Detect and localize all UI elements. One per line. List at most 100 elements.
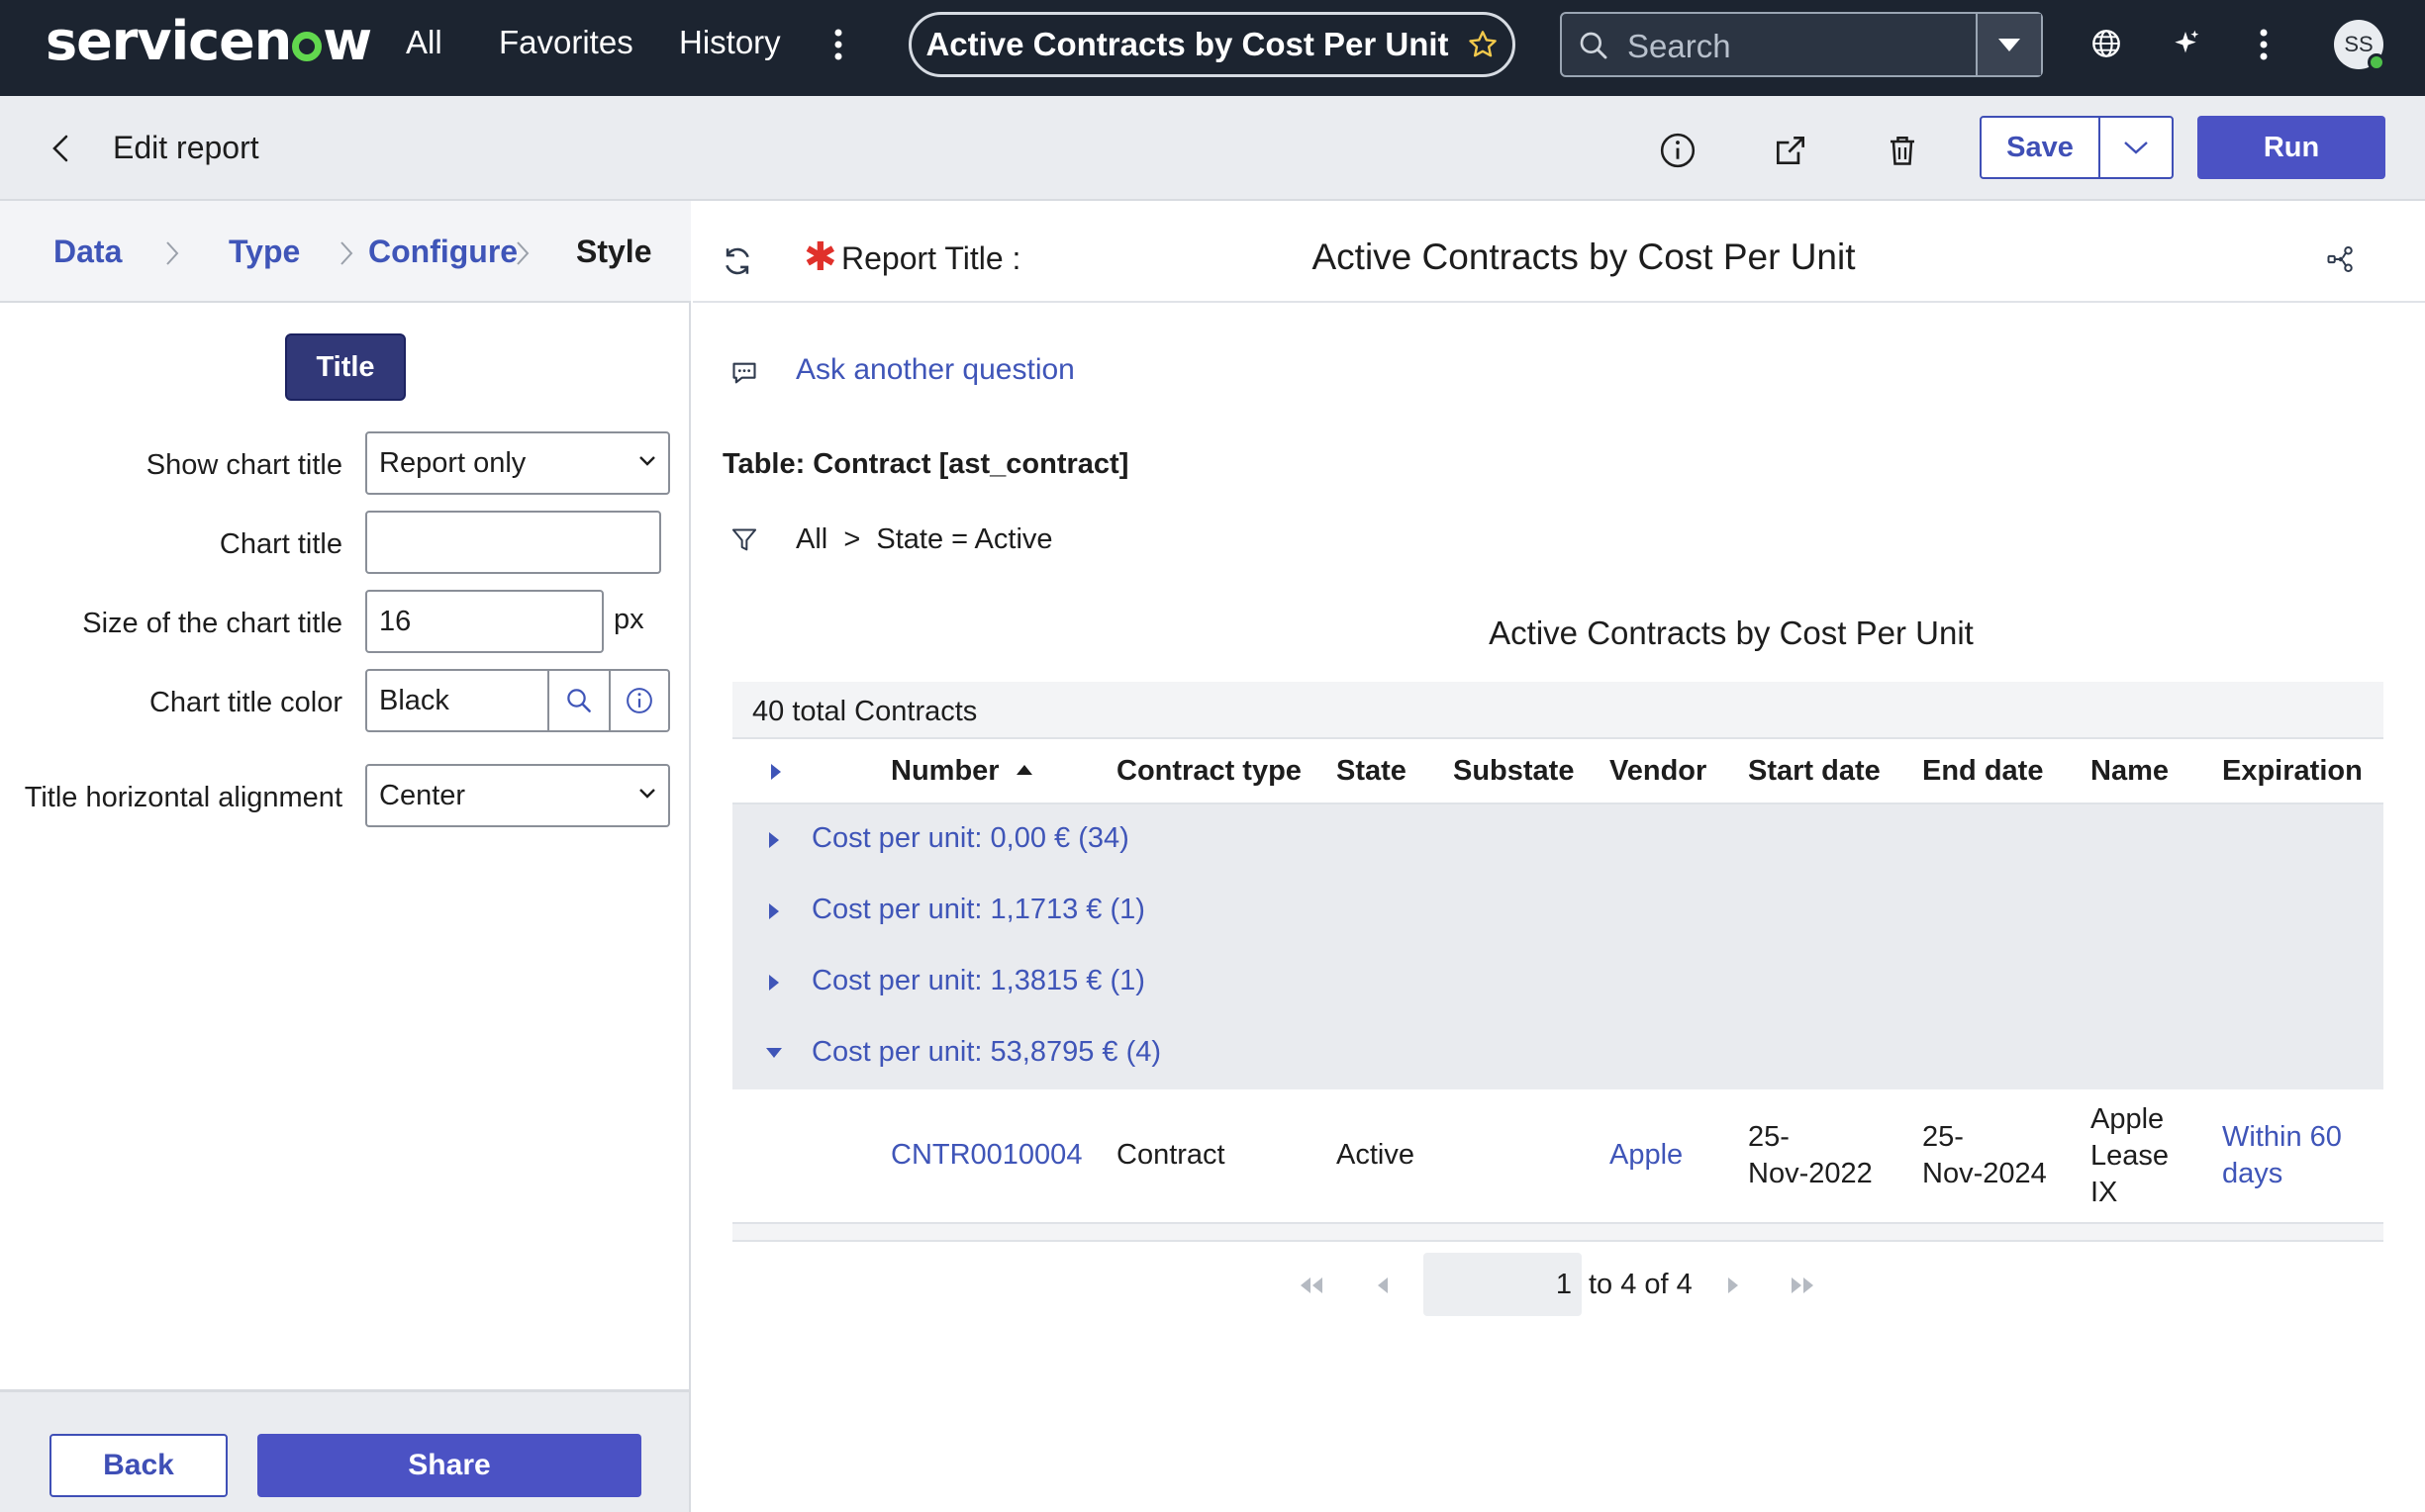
start-date-line: Nov-2022 bbox=[1748, 1158, 1873, 1189]
more-menu-icon[interactable] bbox=[833, 28, 843, 61]
logo-text-end: w bbox=[323, 10, 372, 72]
group-row[interactable]: Cost per unit: 1,1713 € (1) bbox=[732, 876, 2383, 947]
share-button[interactable]: Share bbox=[257, 1434, 641, 1497]
filter-funnel-icon[interactable] bbox=[730, 525, 758, 555]
list-header-row: Number Contract type State Substate Vend… bbox=[732, 739, 2383, 804]
search-input[interactable]: Search bbox=[1627, 28, 1731, 65]
group-row[interactable]: Cost per unit: 53,8795 € (4) bbox=[732, 1018, 2383, 1089]
chart-title-color-field: Black bbox=[365, 669, 670, 732]
style-tab-title[interactable]: Title bbox=[285, 333, 406, 401]
group-row[interactable]: Cost per unit: 1,3815 € (1) bbox=[732, 947, 2383, 1018]
color-info-icon[interactable] bbox=[611, 671, 668, 730]
color-lookup-search-icon[interactable] bbox=[549, 671, 611, 730]
show-chart-title-select[interactable]: Report only bbox=[365, 431, 670, 495]
nav-history[interactable]: History bbox=[679, 24, 781, 61]
column-header-contract-type[interactable]: Contract type bbox=[1116, 755, 1302, 788]
chart-title-size-input[interactable]: 16 bbox=[365, 590, 604, 653]
name-line: IX bbox=[2090, 1177, 2118, 1208]
user-avatar[interactable]: SS bbox=[2334, 20, 2385, 71]
sparkle-ai-icon[interactable] bbox=[2170, 28, 2201, 59]
delete-trash-icon[interactable] bbox=[1885, 132, 1920, 169]
column-header-state[interactable]: State bbox=[1336, 755, 1406, 788]
expiration-link[interactable]: Within 60 days bbox=[2222, 1119, 2342, 1192]
page-title: Active Contracts by Cost Per Unit bbox=[925, 26, 1449, 62]
first-page-icon[interactable] bbox=[1299, 1276, 1324, 1294]
overflow-menu-icon[interactable] bbox=[2259, 28, 2269, 61]
column-header-vendor[interactable]: Vendor bbox=[1609, 755, 1706, 788]
previous-page-icon[interactable] bbox=[1376, 1276, 1390, 1294]
step-type[interactable]: Type bbox=[229, 234, 300, 270]
edit-report-header: Edit report Save Run bbox=[0, 96, 2425, 201]
chart-title: Active Contracts by Cost Per Unit bbox=[693, 614, 2425, 652]
contract-number-link[interactable]: CNTR0010004 bbox=[891, 1137, 1082, 1174]
expand-caret-icon[interactable] bbox=[768, 974, 780, 992]
global-search[interactable]: Search bbox=[1560, 12, 2043, 77]
group-label-link[interactable]: Cost per unit: 53,8795 € (4) bbox=[812, 1036, 1161, 1069]
expand-caret-icon[interactable] bbox=[768, 902, 780, 920]
chart-title-input[interactable] bbox=[365, 511, 661, 574]
name-line: Apple bbox=[2090, 1103, 2165, 1135]
export-share-icon[interactable] bbox=[1772, 132, 1809, 169]
title-alignment-select[interactable]: Center bbox=[365, 764, 670, 827]
step-configure[interactable]: Configure bbox=[368, 234, 518, 270]
nav-all[interactable]: All bbox=[406, 24, 442, 61]
favorite-star-icon[interactable] bbox=[1467, 29, 1499, 60]
designer-steps-breadcrumb: Data Type Configure Style bbox=[0, 201, 691, 303]
column-label: Number bbox=[891, 755, 1000, 787]
globe-icon[interactable] bbox=[2090, 28, 2122, 59]
select-value: Center bbox=[379, 780, 466, 811]
chevron-right-icon bbox=[164, 240, 180, 266]
end-date-line: Nov-2024 bbox=[1922, 1158, 2047, 1189]
last-page-icon[interactable] bbox=[1790, 1276, 1815, 1294]
filter-breadcrumb[interactable]: All > State = Active bbox=[796, 523, 1053, 556]
nav-favorites[interactable]: Favorites bbox=[499, 24, 633, 61]
group-label-link[interactable]: Cost per unit: 0,00 € (34) bbox=[812, 822, 1129, 855]
step-style[interactable]: Style bbox=[576, 234, 651, 270]
step-data[interactable]: Data bbox=[53, 234, 122, 270]
group-label-link[interactable]: Cost per unit: 1,1713 € (1) bbox=[812, 894, 1145, 926]
expand-all-caret-icon[interactable] bbox=[770, 763, 782, 781]
ask-another-question-link[interactable]: Ask another question bbox=[796, 353, 1075, 387]
report-title-value[interactable]: Active Contracts by Cost Per Unit bbox=[693, 236, 2237, 278]
info-icon[interactable] bbox=[1659, 132, 1697, 169]
chevron-right-icon bbox=[339, 240, 354, 266]
start-date-line: 25- bbox=[1748, 1121, 1790, 1153]
vendor-link[interactable]: Apple bbox=[1609, 1137, 1683, 1174]
group-row[interactable]: Cost per unit: 0,00 € (34) bbox=[732, 804, 2383, 876]
save-button[interactable]: Save bbox=[1982, 118, 2100, 177]
group-label-link[interactable]: Cost per unit: 1,3815 € (1) bbox=[812, 965, 1145, 997]
column-header-number[interactable]: Number bbox=[891, 755, 1033, 788]
chevron-down-icon bbox=[2124, 142, 2148, 154]
chevron-right-icon bbox=[515, 240, 531, 266]
back-arrow-icon[interactable] bbox=[49, 134, 73, 163]
current-page-title-pill[interactable]: Active Contracts by Cost Per Unit bbox=[909, 12, 1515, 77]
column-header-start-date[interactable]: Start date bbox=[1748, 755, 1881, 788]
expiration-line: Within 60 bbox=[2222, 1121, 2342, 1153]
share-nodes-icon[interactable] bbox=[2326, 244, 2356, 274]
report-preview-panel: ✱ Report Title : Active Contracts by Cos… bbox=[693, 201, 2425, 1512]
online-status-dot bbox=[2368, 53, 2385, 71]
column-header-expiration[interactable]: Expiration bbox=[2222, 755, 2363, 788]
search-scope-dropdown[interactable] bbox=[1976, 14, 2041, 75]
total-count: 40 total Contracts bbox=[732, 682, 2383, 739]
logo-text-start: servicen bbox=[46, 10, 292, 72]
page-number-input[interactable]: 1 bbox=[1423, 1253, 1582, 1316]
save-options-dropdown[interactable] bbox=[2100, 118, 2172, 177]
next-page-icon[interactable] bbox=[1726, 1276, 1740, 1294]
run-button[interactable]: Run bbox=[2197, 116, 2385, 179]
back-button[interactable]: Back bbox=[49, 1434, 228, 1497]
servicenow-logo[interactable]: servicen w bbox=[46, 10, 372, 72]
avatar-initials: SS bbox=[2344, 32, 2374, 56]
column-header-name[interactable]: Name bbox=[2090, 755, 2169, 788]
save-split-button: Save bbox=[1980, 116, 2174, 179]
column-header-substate[interactable]: Substate bbox=[1453, 755, 1574, 788]
column-header-end-date[interactable]: End date bbox=[1922, 755, 2043, 788]
chevron-down-icon bbox=[638, 455, 656, 467]
collapse-caret-icon[interactable] bbox=[765, 1047, 783, 1059]
name-cell: Apple Lease IX bbox=[2090, 1101, 2169, 1211]
table-row: CNTR0010004 Contract Active Apple 25- No… bbox=[732, 1089, 2383, 1224]
chart-title-color-input[interactable]: Black bbox=[367, 671, 549, 730]
chart-title-size-label: Size of the chart title bbox=[82, 608, 342, 639]
page-range-text: to 4 of 4 bbox=[1589, 1269, 1693, 1300]
expand-caret-icon[interactable] bbox=[768, 831, 780, 849]
